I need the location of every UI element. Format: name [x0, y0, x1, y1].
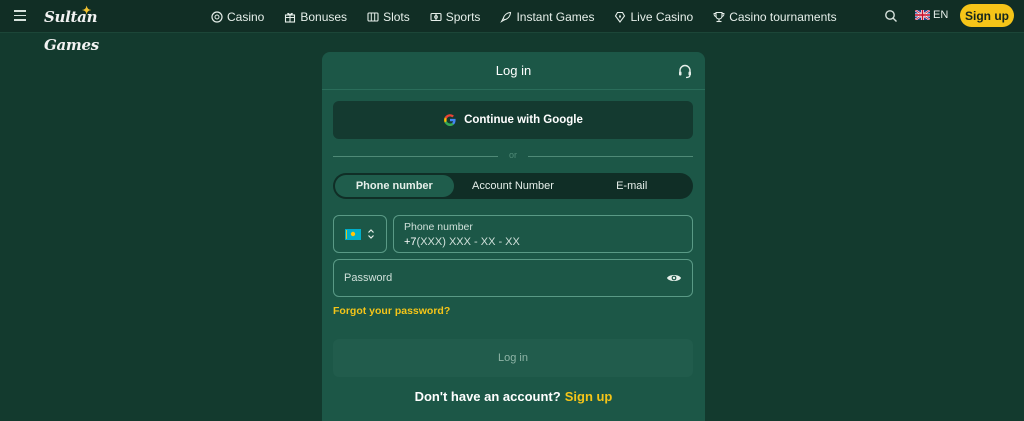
phone-number-value: +7(XXX) XXX - XX - XX	[404, 236, 682, 248]
gift-icon	[285, 12, 296, 23]
google-login-button[interactable]: Continue with Google	[333, 101, 693, 139]
password-placeholder: Password	[344, 272, 393, 284]
phone-number-label: Phone number	[404, 221, 473, 233]
eye-icon[interactable]	[666, 272, 682, 284]
login-method-tabs: Phone number Account Number E-mail	[333, 173, 693, 199]
uk-flag-icon	[915, 10, 930, 20]
nav-sports-label: Sports	[445, 9, 481, 24]
search-icon[interactable]	[884, 9, 898, 23]
rocket-icon	[500, 11, 512, 23]
login-modal: Log in Continue with Google or Phone num…	[322, 52, 705, 421]
chevron-updown-icon	[368, 229, 374, 239]
or-text: or	[508, 150, 517, 160]
tab-account-number[interactable]: Account Number	[454, 175, 573, 197]
main-nav: Casino Bonuses Slots Sports Instant Game…	[211, 0, 857, 33]
menu-icon[interactable]	[14, 10, 26, 22]
login-submit-button[interactable]: Log in	[333, 339, 693, 377]
signup-link[interactable]: Sign up	[565, 389, 613, 404]
logo-star-icon: ✦	[82, 4, 91, 17]
language-label: EN	[933, 9, 949, 21]
slots-icon	[367, 11, 379, 22]
sports-icon	[430, 12, 442, 21]
top-navigation-bar: ✦ Sultan Games Casino Bonuses Slots Spor…	[0, 0, 1024, 54]
signup-prompt: Don't have an account? Sign up	[322, 389, 705, 404]
nav-casino-tournaments[interactable]: Casino tournaments	[713, 9, 837, 24]
nav-bonuses[interactable]: Bonuses	[284, 10, 347, 24]
nav-instant-games[interactable]: Instant Games	[500, 10, 594, 24]
nav-live-casino[interactable]: Live Casino	[614, 10, 693, 24]
nav-slots-label: Slots	[383, 9, 410, 24]
nav-sports[interactable]: Sports	[430, 9, 481, 24]
nav-casino-tournaments-label: Casino tournaments	[729, 9, 837, 24]
language-selector[interactable]: EN	[915, 9, 948, 21]
google-login-label: Continue with Google	[464, 114, 583, 126]
nav-instant-games-label: Instant Games	[516, 9, 595, 24]
phone-mask: (XXX) XXX - XX - XX	[416, 236, 520, 248]
password-input[interactable]: Password	[333, 259, 693, 297]
modal-title: Log in	[495, 63, 532, 78]
site-logo[interactable]: ✦ Sultan Games	[44, 3, 134, 54]
or-divider: or	[333, 150, 693, 162]
trophy-icon	[713, 11, 725, 22]
live-casino-icon	[615, 11, 626, 23]
nav-slots[interactable]: Slots	[367, 10, 410, 24]
tab-phone-number[interactable]: Phone number	[335, 175, 454, 197]
phone-prefix: +7	[404, 236, 417, 248]
nav-casino[interactable]: Casino	[211, 10, 264, 24]
tab-email[interactable]: E-mail	[572, 175, 691, 197]
google-icon	[444, 114, 456, 126]
forgot-password-link[interactable]: Forgot your password?	[333, 305, 450, 317]
nav-bonuses-label: Bonuses	[300, 9, 348, 24]
support-headset-icon[interactable]	[677, 63, 693, 79]
casino-chip-icon	[211, 10, 223, 23]
phone-number-input[interactable]: Phone number +7(XXX) XXX - XX - XX	[393, 215, 693, 253]
country-code-select[interactable]	[333, 215, 387, 253]
modal-header: Log in	[322, 52, 705, 90]
nav-live-casino-label: Live Casino	[630, 9, 694, 24]
signup-button[interactable]: Sign up	[960, 4, 1014, 27]
kazakhstan-flag-icon	[345, 228, 361, 240]
nav-casino-label: Casino	[227, 9, 265, 24]
no-account-text: Don't have an account?	[414, 389, 561, 404]
